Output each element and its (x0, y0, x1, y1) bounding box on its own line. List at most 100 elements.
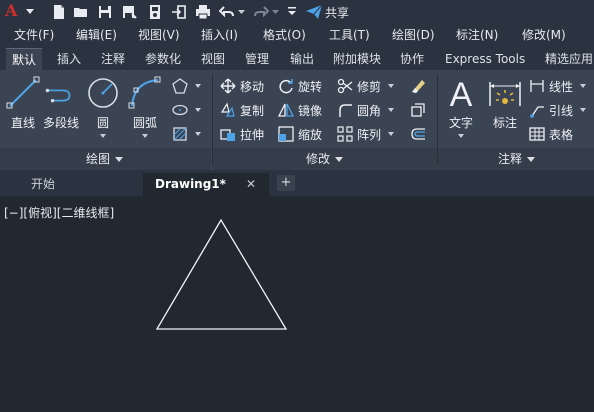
text-chevron-down-icon[interactable] (458, 134, 464, 138)
leader-chevron-down-icon[interactable] (580, 108, 587, 112)
tab-insert[interactable]: 插入 (51, 48, 87, 70)
linear-label: 线性 (549, 79, 574, 94)
save-as-icon[interactable] (120, 3, 138, 21)
tab-default[interactable]: 默认 (6, 48, 43, 70)
new-file-icon[interactable] (50, 3, 68, 21)
share-button[interactable]: 共享 (306, 3, 349, 21)
line-tool-button[interactable]: 直线 (6, 76, 40, 131)
tab-manage[interactable]: 管理 (239, 48, 275, 70)
tab-collaborate[interactable]: 协作 (394, 48, 430, 70)
explode-tool-button[interactable] (410, 100, 426, 120)
app-menu-chevron-icon[interactable] (26, 9, 34, 15)
modify-panel-title-text: 修改 (306, 152, 331, 166)
circle-tool-button[interactable]: 圆 (86, 76, 120, 138)
quick-access-toolbar: A 共享 (0, 0, 594, 24)
polyline-tool-button[interactable]: 多段线 (43, 76, 79, 131)
table-tool-button[interactable]: 表格 (529, 124, 573, 144)
linear-tool-button[interactable]: 线性 (529, 76, 587, 96)
fillet-tool-button[interactable]: 圆角 (337, 100, 395, 120)
tab-start[interactable]: 开始 (19, 173, 119, 196)
menu-draw[interactable]: 绘图(D) (392, 24, 435, 46)
draw-panel-title-bar[interactable]: 绘图 (0, 148, 211, 170)
ribbon-panel-area: 直线 多段线 圆 圆弧 绘图 移动 旋转 修剪 复制 镜像 圆角 拉伸 缩放 阵… (0, 70, 594, 170)
menu-tools[interactable]: 工具(T) (329, 24, 370, 46)
save-icon[interactable] (96, 3, 114, 21)
share-label: 共享 (325, 5, 350, 20)
menu-view[interactable]: 视图(V) (138, 24, 180, 46)
copy-tool-button[interactable]: 复制 (220, 100, 264, 120)
text-tool-button[interactable]: A 文字 (444, 76, 478, 138)
array-chevron-down-icon[interactable] (388, 132, 395, 136)
modify-panel-title-bar[interactable]: 修改 (213, 148, 437, 170)
array-icon (337, 126, 353, 142)
undo-chevron-down-icon[interactable] (238, 10, 245, 15)
menu-insert[interactable]: 插入(I) (201, 24, 238, 46)
tab-featured-apps[interactable]: 精选应用 (539, 48, 594, 70)
text-a-icon: A (444, 76, 478, 110)
paper-plane-icon (306, 5, 322, 19)
menu-file[interactable]: 文件(F) (14, 24, 54, 46)
tab-addins[interactable]: 附加模块 (327, 48, 387, 70)
menu-modify[interactable]: 修改(M) (522, 24, 566, 46)
publish-icon[interactable] (146, 3, 164, 21)
ellipse-tool-button[interactable] (172, 100, 201, 120)
move-label: 移动 (240, 79, 265, 94)
triangle-shape[interactable] (155, 218, 288, 330)
leader-icon (529, 102, 545, 118)
tab-annotate[interactable]: 注释 (95, 48, 131, 70)
redo-icon[interactable] (252, 3, 270, 21)
hatch-tool-button[interactable] (172, 124, 201, 144)
drawing-canvas[interactable]: [−][俯视][二维线框] (0, 196, 594, 412)
annotation-panel-chevron-icon (527, 157, 536, 162)
polyline-icon (44, 76, 78, 110)
arc-tool-button[interactable]: 圆弧 (128, 76, 162, 138)
annotation-panel-title-bar[interactable]: 注释 (438, 148, 594, 170)
undo-icon[interactable] (218, 3, 236, 21)
menu-bar: 文件(F) 编辑(E) 视图(V) 插入(I) 格式(O) 工具(T) 绘图(D… (0, 24, 594, 46)
move-tool-button[interactable]: 移动 (220, 76, 264, 96)
open-folder-icon[interactable] (72, 3, 90, 21)
new-tab-plus-icon[interactable]: + (277, 175, 295, 191)
scale-tool-button[interactable]: 缩放 (278, 124, 322, 144)
dimension-tool-button[interactable]: 标注 (488, 76, 522, 131)
dimension-icon (488, 76, 522, 110)
arc-chevron-down-icon[interactable] (142, 134, 148, 138)
stretch-tool-button[interactable]: 拉伸 (220, 124, 264, 144)
polygon-tool-button[interactable] (172, 76, 201, 96)
fillet-chevron-down-icon[interactable] (388, 108, 395, 112)
close-tab-icon[interactable]: ✕ (246, 177, 256, 191)
array-label: 阵列 (357, 127, 382, 142)
import-icon[interactable] (170, 3, 188, 21)
line-icon (6, 76, 40, 110)
draw-panel-chevron-icon (115, 157, 124, 162)
customize-toolbar-icon[interactable] (287, 6, 297, 16)
circle-chevron-down-icon[interactable] (100, 134, 106, 138)
rotate-tool-button[interactable]: 旋转 (278, 76, 322, 96)
linear-dimension-icon (529, 78, 545, 94)
rotate-icon (278, 78, 294, 94)
hatch-chevron-down-icon[interactable] (195, 132, 201, 136)
polygon-chevron-down-icon[interactable] (195, 84, 201, 88)
tab-parametric[interactable]: 参数化 (139, 48, 187, 70)
trim-tool-button[interactable]: 修剪 (337, 76, 395, 96)
ellipse-chevron-down-icon[interactable] (195, 108, 201, 112)
offset-tool-button[interactable] (410, 124, 426, 144)
file-tab-bar: 开始 Drawing1* ✕ + (0, 170, 594, 196)
plot-print-icon[interactable] (194, 3, 212, 21)
menu-format[interactable]: 格式(O) (263, 24, 306, 46)
tab-view[interactable]: 视图 (195, 48, 231, 70)
tab-express-tools[interactable]: Express Tools (439, 48, 531, 70)
app-logo-icon[interactable]: A (5, 1, 17, 20)
erase-tool-button[interactable] (410, 76, 426, 96)
leader-tool-button[interactable]: 引线 (529, 100, 587, 120)
drawing-svg (155, 218, 288, 330)
tab-output[interactable]: 输出 (284, 48, 320, 70)
mirror-tool-button[interactable]: 镜像 (278, 100, 322, 120)
array-tool-button[interactable]: 阵列 (337, 124, 395, 144)
trim-chevron-down-icon[interactable] (388, 84, 395, 88)
rotate-label: 旋转 (298, 79, 323, 94)
menu-edit[interactable]: 编辑(E) (76, 24, 117, 46)
linear-chevron-down-icon[interactable] (580, 84, 587, 88)
redo-chevron-down-icon[interactable] (272, 10, 279, 15)
menu-dimension[interactable]: 标注(N) (456, 24, 498, 46)
